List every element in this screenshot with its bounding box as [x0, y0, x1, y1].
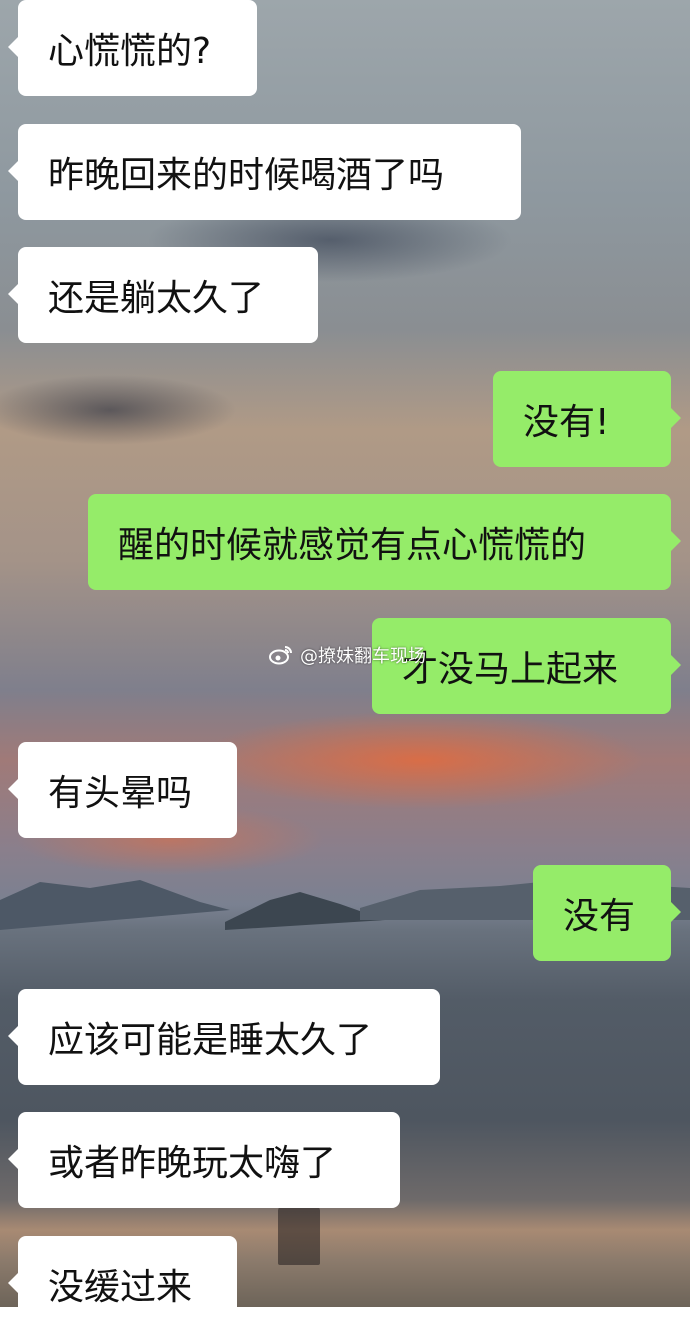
message-bubble-incoming[interactable]: 没缓过来 — [8, 1236, 237, 1332]
message-bubble-incoming[interactable]: 还是躺太久了 — [8, 247, 318, 343]
message-text: 没有 — [563, 896, 636, 937]
message-text: 有头晕吗 — [48, 773, 193, 814]
message-text: 还是躺太久了 — [48, 278, 265, 319]
message-bubble-incoming[interactable]: 昨晚回来的时候喝酒了吗 — [8, 124, 521, 220]
pier-silhouette — [278, 1205, 320, 1265]
message-text: 或者昨晚玩太嗨了 — [48, 1143, 337, 1184]
message-text: 应该可能是睡太久了 — [48, 1020, 373, 1061]
watermark-text: @撩妹翻车现场 — [300, 646, 426, 667]
message-bubble-incoming[interactable]: 或者昨晚玩太嗨了 — [8, 1112, 400, 1208]
message-bubble-outgoing[interactable]: 醒的时候就感觉有点心慌慌的 — [88, 494, 681, 590]
message-text: 没有! — [523, 402, 610, 443]
message-bubble-outgoing[interactable]: 没有 — [533, 865, 681, 961]
message-text: 昨晚回来的时候喝酒了吗 — [48, 155, 445, 196]
message-bubble-incoming[interactable]: 应该可能是睡太久了 — [8, 989, 440, 1085]
message-text: 没缓过来 — [48, 1267, 193, 1308]
message-bubble-outgoing[interactable]: 没有! — [493, 371, 681, 467]
message-bubble-incoming[interactable]: 有头晕吗 — [8, 742, 237, 838]
watermark: @撩妹翻车现场 — [268, 640, 426, 670]
message-text: 心慌慌的? — [48, 31, 212, 72]
weibo-icon — [269, 646, 292, 665]
message-bubble-incoming[interactable]: 心慌慌的? — [8, 0, 257, 96]
message-text: 才没马上起来 — [402, 649, 619, 690]
message-text: 醒的时候就感觉有点心慌慌的 — [118, 525, 587, 566]
